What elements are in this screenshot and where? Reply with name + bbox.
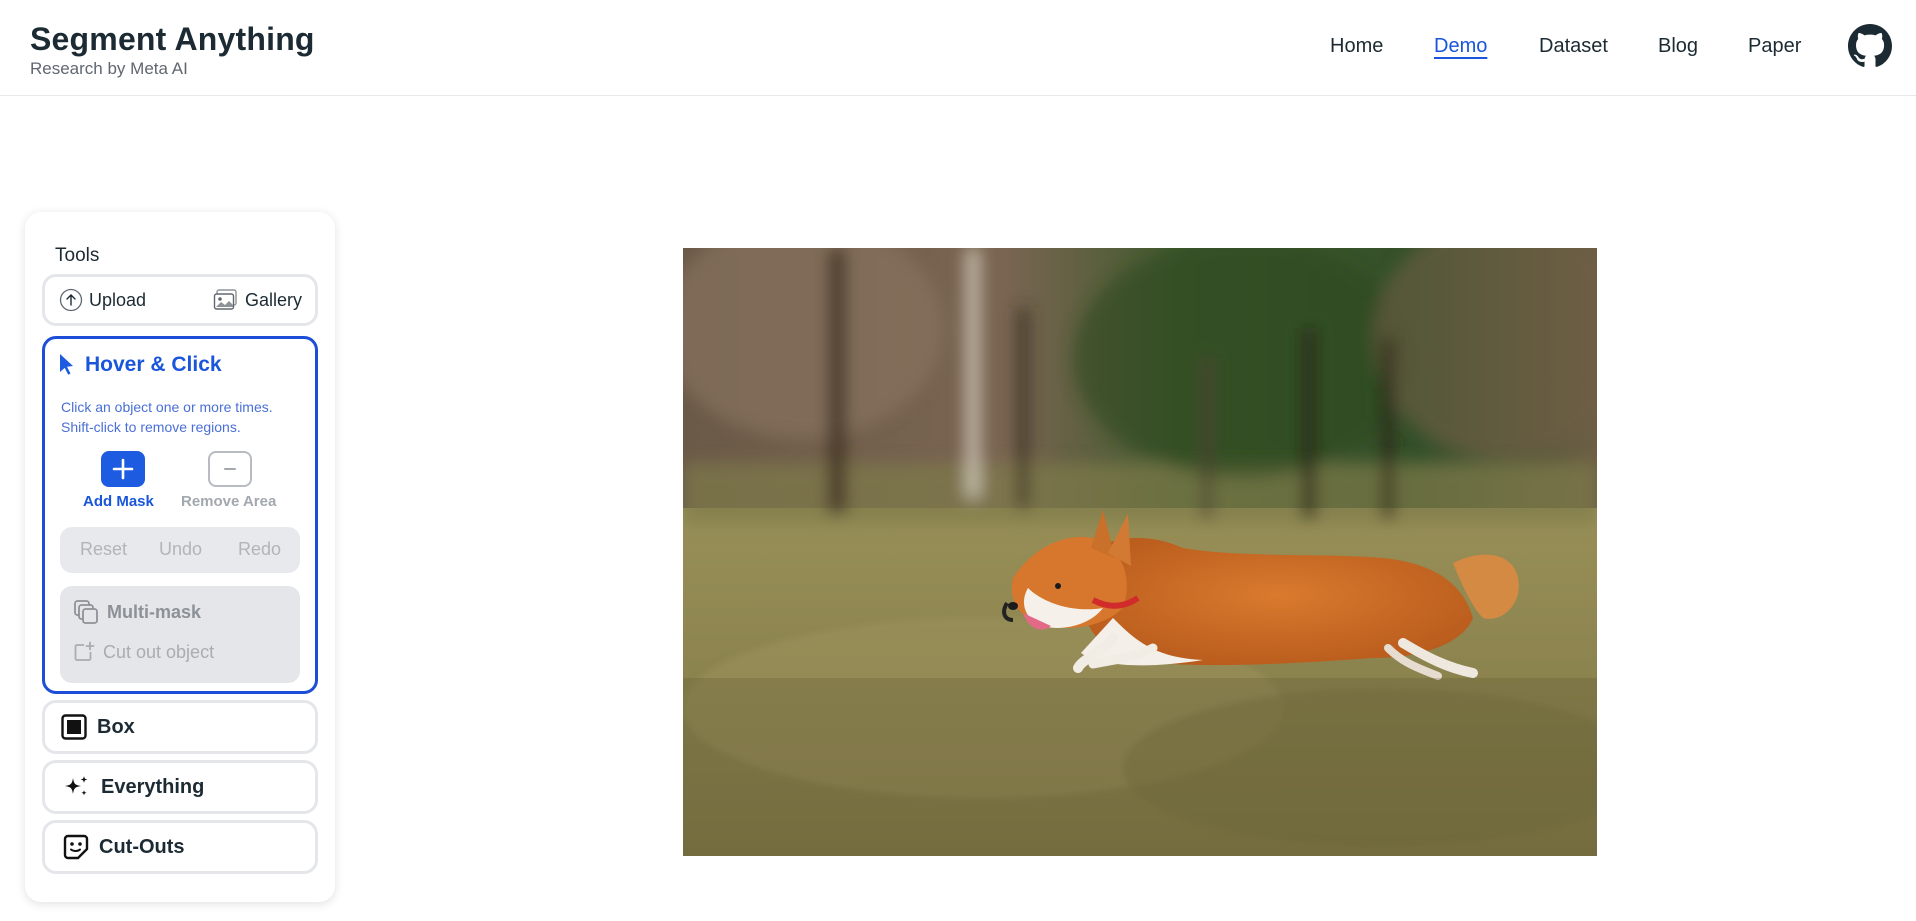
multi-mask-toggle[interactable]: Multi-mask bbox=[73, 599, 201, 625]
undo-button[interactable]: Undo bbox=[159, 539, 202, 560]
nav-blog[interactable]: Blog bbox=[1658, 32, 1698, 60]
cutouts-label: Cut-Outs bbox=[99, 835, 185, 858]
cursor-icon bbox=[60, 354, 73, 375]
box-icon bbox=[61, 714, 87, 740]
brand[interactable]: Segment Anything Research by Meta AI bbox=[30, 20, 315, 80]
cut-out-object-label: Cut out object bbox=[103, 641, 215, 662]
tools-title: Tools bbox=[55, 245, 100, 266]
plus-icon bbox=[112, 458, 134, 480]
add-mask-label[interactable]: Add Mask bbox=[83, 493, 154, 510]
multi-mask-label: Multi-mask bbox=[107, 601, 202, 622]
brand-subtitle: Research by Meta AI bbox=[30, 59, 188, 78]
gallery-icon bbox=[213, 289, 237, 310]
box-label: Box bbox=[97, 715, 135, 738]
add-mask-button[interactable] bbox=[101, 451, 145, 487]
box-tool-button[interactable]: Box bbox=[42, 700, 318, 754]
nav-home[interactable]: Home bbox=[1330, 32, 1383, 60]
cut-out-object-button[interactable]: Cut out object bbox=[73, 641, 214, 663]
nav-paper[interactable]: Paper bbox=[1748, 32, 1801, 60]
cut-out-icon bbox=[74, 641, 95, 661]
hover-click-card[interactable]: Hover & Click Click an object one or mor… bbox=[42, 336, 318, 694]
description-line-2: Shift-click to remove regions. bbox=[61, 419, 241, 435]
github-icon[interactable] bbox=[1848, 24, 1892, 68]
description-line-1: Click an object one or more times. bbox=[61, 399, 273, 415]
top-header: Segment Anything Research by Meta AI Hom… bbox=[0, 0, 1916, 96]
nav-dataset[interactable]: Dataset bbox=[1539, 32, 1608, 60]
everything-label: Everything bbox=[101, 775, 205, 798]
upload-gallery-row: Upload Gallery bbox=[42, 274, 318, 326]
corgi-photo[interactable] bbox=[683, 248, 1597, 856]
hover-click-title: Hover & Click bbox=[85, 353, 222, 376]
brand-title[interactable]: Segment Anything bbox=[30, 20, 315, 58]
reset-button[interactable]: Reset bbox=[80, 539, 127, 560]
upload-button[interactable]: Upload bbox=[59, 277, 146, 323]
gallery-label: Gallery bbox=[245, 289, 303, 310]
sticker-icon bbox=[63, 834, 89, 860]
hover-click-description: Click an object one or more times. Shift… bbox=[61, 397, 311, 437]
sparkles-icon bbox=[65, 776, 88, 796]
upload-label: Upload bbox=[89, 289, 147, 310]
remove-area-label[interactable]: Remove Area bbox=[181, 493, 276, 510]
gallery-button[interactable]: Gallery bbox=[213, 277, 302, 323]
remove-area-button[interactable] bbox=[208, 451, 252, 487]
tools-panel: Tools Upload Gallery Hover & Click Click… bbox=[25, 212, 335, 902]
multi-mask-icon bbox=[74, 600, 98, 624]
demo-image-canvas[interactable] bbox=[683, 248, 1597, 856]
reset-undo-redo-bar: Reset Undo Redo bbox=[60, 527, 300, 573]
minus-icon bbox=[224, 468, 236, 470]
nav-demo[interactable]: Demo bbox=[1434, 32, 1487, 60]
cutouts-tool-button[interactable]: Cut-Outs bbox=[42, 820, 318, 874]
redo-button[interactable]: Redo bbox=[238, 539, 281, 560]
multi-mask-section: Multi-mask Cut out object bbox=[60, 586, 300, 683]
upload-icon bbox=[59, 288, 83, 312]
everything-tool-button[interactable]: Everything bbox=[42, 760, 318, 814]
